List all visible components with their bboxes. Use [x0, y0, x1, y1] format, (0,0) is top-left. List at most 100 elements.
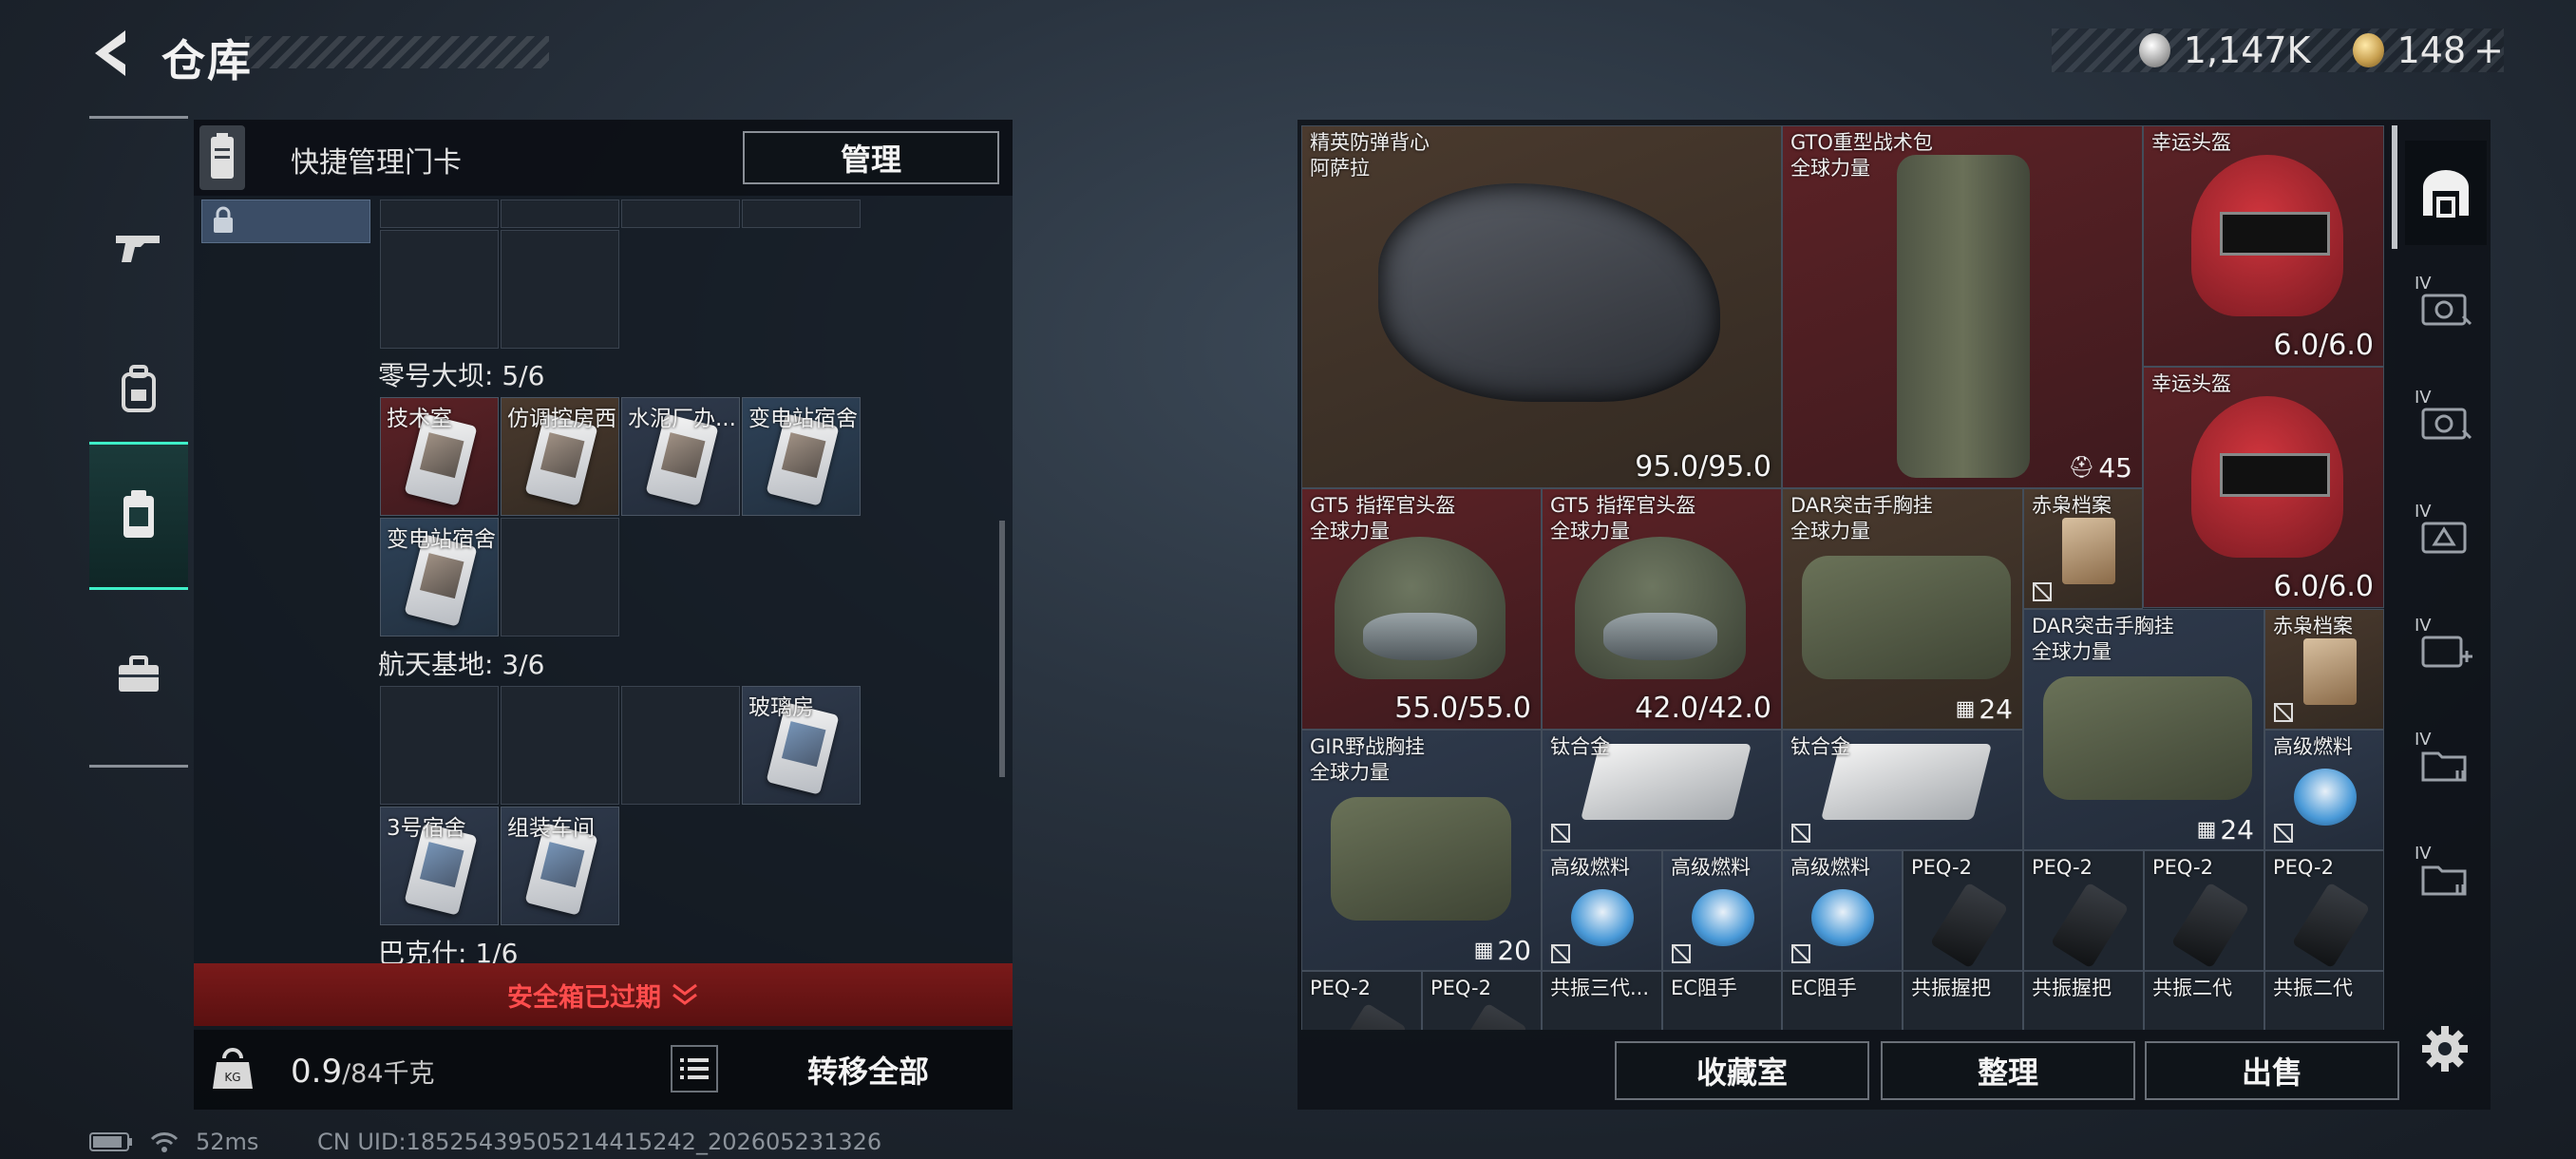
currency-bar: 1,147K 148 +	[2052, 28, 2504, 72]
keycard-slot[interactable]: 组装车间	[501, 807, 619, 925]
stash-scrollbar[interactable]	[2392, 125, 2397, 249]
stash-item-peq2[interactable]: PEQ-2	[1301, 971, 1422, 1030]
keycard-slot[interactable]: 玻璃房	[742, 686, 861, 805]
stash-item-helmet[interactable]: 幸运头盔 6.0/6.0	[2143, 125, 2384, 367]
no-trade-icon	[1551, 944, 1570, 963]
ping-value: 52ms	[196, 1129, 259, 1155]
chest-rig-image	[2043, 676, 2252, 800]
settings-gear-icon[interactable]	[2418, 1022, 2472, 1075]
back-arrow-icon[interactable]	[87, 27, 135, 80]
stash-item-fuel[interactable]: 高级燃料	[1542, 850, 1662, 971]
laser-sight-image	[1328, 1002, 1408, 1030]
safe-box-expired-banner[interactable]: 安全箱已过期	[194, 963, 1013, 1026]
right-container-rail: IV IV IV IV IV IV	[2405, 124, 2487, 1016]
chest-rig-image	[1802, 556, 2011, 679]
stash-item-helmet[interactable]: 幸运头盔 6.0/6.0	[2143, 367, 2384, 608]
stash-item-titanium[interactable]: 钛合金	[1782, 730, 2023, 850]
organize-button[interactable]: 整理	[1881, 1041, 2135, 1100]
capacity-icon: ▦	[1955, 697, 1976, 721]
tab-backpack[interactable]	[89, 318, 188, 461]
tab-tools[interactable]	[89, 603, 188, 746]
page-title: 仓库	[161, 35, 253, 86]
tab-container[interactable]: IV	[2405, 256, 2487, 361]
tab-main-stash[interactable]	[2405, 141, 2487, 245]
stash-item-fuel[interactable]: 高级燃料	[2264, 730, 2384, 850]
helmet-image	[2191, 155, 2343, 316]
stash-item-fuel[interactable]: 高级燃料	[1662, 850, 1782, 971]
stash-item-peq2[interactable]: PEQ-2	[1903, 850, 2023, 971]
grid-cell	[621, 686, 740, 805]
wifi-icon	[150, 1132, 179, 1152]
tab-add-container[interactable]: IV	[2405, 598, 2487, 703]
no-trade-icon	[1672, 944, 1691, 963]
stash-item-fuel[interactable]: 高级燃料	[1782, 850, 1903, 971]
stash-item-peq2[interactable]: PEQ-2	[2144, 850, 2264, 971]
stash-item-attachment[interactable]: 共振二代	[2144, 971, 2264, 1030]
collection-room-button[interactable]: 收藏室	[1615, 1041, 1869, 1100]
stash-item-helmet[interactable]: GT5 指挥官头盔 全球力量 42.0/42.0	[1542, 488, 1782, 730]
sell-button[interactable]: 出售	[2145, 1041, 2399, 1100]
panel-scrollbar[interactable]	[999, 521, 1005, 777]
tab-weapons[interactable]	[89, 176, 188, 318]
stash-item-attachment[interactable]: 共振握把	[1903, 971, 2023, 1030]
keycard-case-icon	[199, 125, 245, 190]
tab-container[interactable]: IV	[2405, 370, 2487, 475]
grid-cell	[621, 200, 740, 228]
stash-item-vest[interactable]: 精英防弹背心 阿萨拉 95.0/95.0	[1301, 125, 1782, 488]
keycard-slot[interactable]: 3号宿舍	[380, 807, 499, 925]
keycard-slot[interactable]: 技术室	[380, 397, 499, 516]
gold-plus-button[interactable]: +	[2473, 29, 2504, 71]
tab-folder[interactable]: IV	[2405, 826, 2487, 931]
stash-item-peq2[interactable]: PEQ-2	[2264, 850, 2384, 971]
stash-item-attachment[interactable]: EC阻手	[1662, 971, 1782, 1030]
tab-folder[interactable]: IV	[2405, 712, 2487, 817]
fuel-can-image	[1811, 889, 1874, 946]
helmet-image	[1335, 537, 1506, 679]
keycard-slot[interactable]: 变电站宿舍	[742, 397, 861, 516]
stash-item-titanium[interactable]: 钛合金	[1542, 730, 1782, 850]
manage-button[interactable]: 管理	[743, 131, 999, 184]
helmet-image	[1575, 537, 1746, 679]
grid-cell	[380, 230, 499, 349]
stash-item-attachment[interactable]: 共振三代...	[1542, 971, 1662, 1030]
tab-keycards[interactable]	[89, 442, 188, 590]
tab-container[interactable]: IV	[2405, 484, 2487, 589]
grid-cell	[501, 230, 619, 349]
stash-item-backpack[interactable]: GTO重型战术包 全球力量 ⛑ 45	[1782, 125, 2143, 488]
stash-item-chest-rig[interactable]: GIR野战胸挂 全球力量 ▦ 20	[1301, 730, 1542, 971]
container-icon	[2421, 294, 2472, 326]
battery-icon	[89, 1132, 132, 1151]
stash-item-peq2[interactable]: PEQ-2	[2023, 850, 2144, 971]
backpack-icon	[122, 365, 156, 412]
list-icon	[680, 1058, 709, 1079]
weight-icon: KG	[211, 1045, 255, 1092]
keycard-slot[interactable]: 变电站宿舍	[380, 518, 499, 636]
no-trade-icon	[1791, 944, 1810, 963]
transfer-all-button[interactable]: 转移全部	[741, 1039, 995, 1100]
stash-item-attachment[interactable]: 共振握把	[2023, 971, 2144, 1030]
keycard-slot[interactable]: 仿调控房西	[501, 397, 619, 516]
stash-action-bar: 收藏室 整理 出售	[1301, 1036, 2403, 1110]
container-icon	[2421, 408, 2472, 440]
folder-icon	[2421, 865, 2467, 896]
fuel-can-image	[2294, 769, 2357, 826]
list-view-button[interactable]	[671, 1045, 718, 1092]
file-image	[2303, 638, 2357, 705]
container-icon	[2421, 522, 2467, 554]
stash-item-file[interactable]: 赤枭档案	[2023, 488, 2143, 609]
stash-item-helmet[interactable]: GT5 指挥官头盔 全球力量 55.0/55.0	[1301, 488, 1542, 730]
keycard-slot[interactable]: 水泥厂办...	[621, 397, 740, 516]
stash-item-attachment[interactable]: 共振二代	[2264, 971, 2384, 1030]
stash-item-attachment[interactable]: EC阻手	[1782, 971, 1903, 1030]
lock-icon	[214, 206, 233, 233]
stash-item-file[interactable]: 赤枭档案	[2264, 609, 2384, 730]
stash-item-chest-rig[interactable]: DAR突击手胸挂 全球力量 ▦ 24	[2023, 609, 2264, 850]
weight-readout: 0.9/84千克	[291, 1053, 435, 1091]
backpack-image	[1897, 155, 2030, 478]
stash-item-chest-rig[interactable]: DAR突击手胸挂 全球力量 ▦ 24	[1782, 488, 2023, 730]
stash-item-peq2[interactable]: PEQ-2	[1422, 971, 1542, 1030]
capacity-icon: ▦	[2196, 818, 2217, 842]
capacity-icon: ⛑	[2068, 456, 2095, 480]
keycard-panel-title: 快捷管理门卡	[291, 146, 462, 180]
stash-icon	[2423, 170, 2469, 218]
